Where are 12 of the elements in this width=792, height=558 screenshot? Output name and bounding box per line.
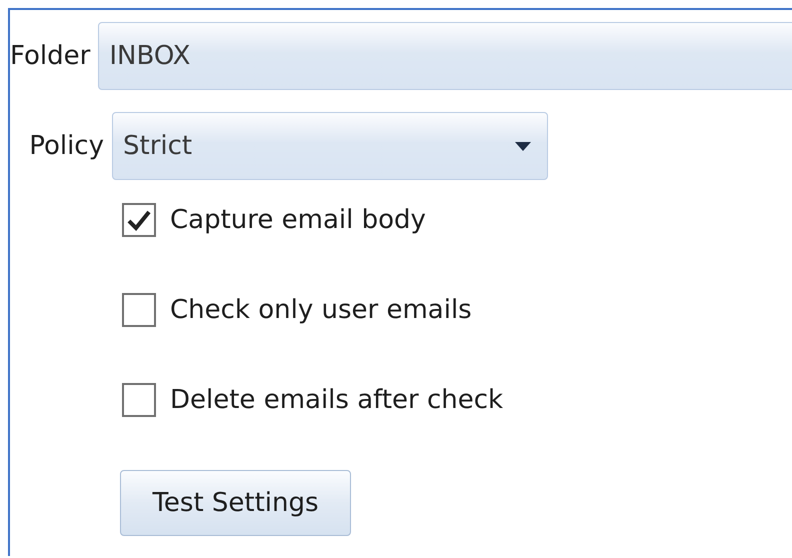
checkbox[interactable]	[122, 293, 156, 327]
checkbox-label: Capture email body	[170, 205, 426, 235]
checkbox[interactable]	[122, 383, 156, 417]
test-settings-button[interactable]: Test Settings	[120, 470, 351, 536]
policy-label: Policy	[28, 131, 105, 161]
folder-label: Folder	[10, 41, 92, 71]
folder-field[interactable]: INBOX	[98, 22, 792, 90]
caret-icon	[515, 142, 531, 150]
policy-dropdown[interactable]: Strict	[112, 112, 548, 180]
checkbox-label: Check only user emails	[170, 295, 472, 325]
checkbox[interactable]	[122, 203, 156, 237]
checkbox-label: Delete emails after check	[170, 385, 504, 415]
